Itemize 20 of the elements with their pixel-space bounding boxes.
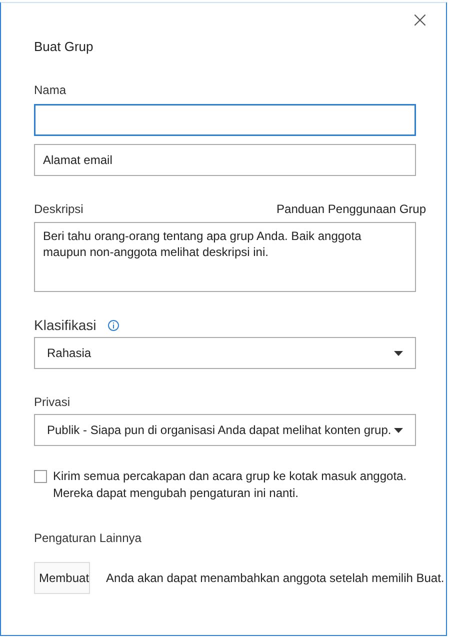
field-label: Klasifikasi xyxy=(34,317,96,333)
checkbox-label: Kirim semua percakapan dan acara grup ke kotak masuk anggota. Mereka dapat mengubah pengaturan ini nanti. xyxy=(53,468,408,502)
privacy-dropdown[interactable]: Publik - Siapa pun di organisasi Anda dapat melihat konten grup. xyxy=(34,414,416,446)
checkbox[interactable] xyxy=(34,470,47,483)
field-label: Nama xyxy=(34,83,68,97)
more-settings-label: Pengaturan Lainnya xyxy=(34,531,142,545)
guidelines-link[interactable]: Panduan Penggunaan Grup xyxy=(276,202,426,216)
email-field[interactable]: Alamat email xyxy=(34,144,416,176)
dropdown-caret-icon xyxy=(394,428,403,432)
create-button[interactable]: Membuat xyxy=(34,562,90,594)
name-field[interactable] xyxy=(34,104,416,136)
info-icon[interactable] xyxy=(108,320,120,330)
field-label: Deskripsi xyxy=(34,202,84,216)
classification-dropdown[interactable]: Rahasia xyxy=(34,337,416,369)
field-label: Privasi xyxy=(34,395,72,409)
footer-note: Anda akan dapat menambahkan anggota setelah memilih Buat. xyxy=(106,571,444,585)
description-field[interactable]: Beri tahu orang-orang tentang apa grup Anda. Baik anggota maupun non-anggota melihat deskripsi ini. xyxy=(34,222,416,292)
dialog-title: Buat Grup xyxy=(34,39,94,54)
close-button[interactable]: × xyxy=(408,9,432,33)
dropdown-caret-icon xyxy=(394,350,403,356)
